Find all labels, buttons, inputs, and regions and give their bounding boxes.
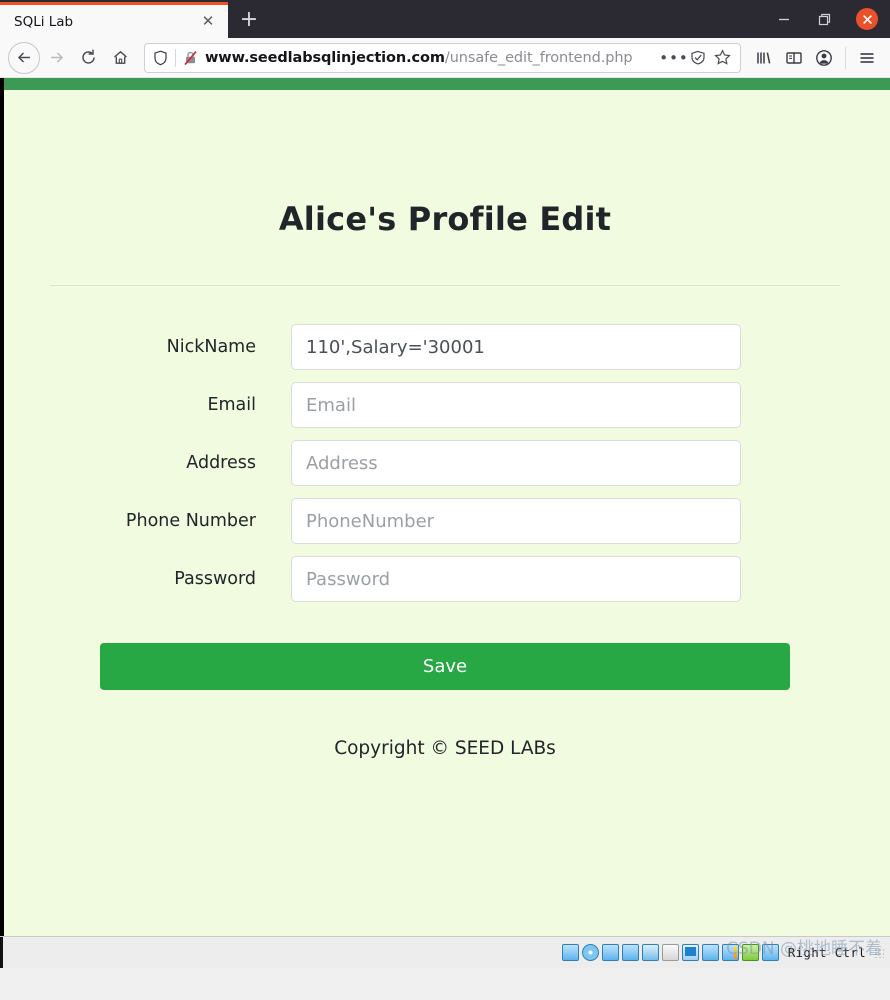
usb-icon[interactable] <box>641 944 659 961</box>
account-icon[interactable] <box>809 43 839 73</box>
forward-icon[interactable] <box>40 42 72 74</box>
page-viewport: Alice's Profile Edit NickName Email Addr… <box>0 78 890 968</box>
label-phone-number: Phone Number <box>125 511 256 531</box>
vm-left-edge <box>0 78 4 968</box>
close-window-icon[interactable] <box>844 0 890 38</box>
sidebar-icon[interactable] <box>779 43 809 73</box>
url-path: /unsafe_edit_frontend.php <box>444 49 633 66</box>
tab-title: SQLi Lab <box>14 13 74 30</box>
star-icon[interactable] <box>710 49 734 66</box>
display-icon[interactable] <box>681 944 699 961</box>
capture-icon[interactable] <box>701 944 719 961</box>
window-controls <box>764 0 890 38</box>
floppy-icon[interactable] <box>601 944 619 961</box>
form-row-address: Address <box>50 440 840 486</box>
vm-status-icons <box>561 944 779 961</box>
new-tab-icon[interactable]: + <box>232 3 266 37</box>
menu-icon[interactable] <box>852 43 882 73</box>
recording-icon[interactable] <box>721 944 739 961</box>
shared-folder-icon[interactable] <box>661 944 679 961</box>
url-host: www.seedlabsqlinjection.com <box>205 49 445 66</box>
lock-crossed-icon[interactable] <box>183 50 198 66</box>
tab-strip: SQLi Lab ✕ + <box>0 0 890 38</box>
form-row-nickname: NickName <box>50 324 840 370</box>
form-row-password: Password <box>50 556 840 602</box>
vm-status-left-edge <box>0 937 3 968</box>
mouse-icon[interactable] <box>741 944 759 961</box>
label-email: Email <box>207 395 256 415</box>
keyboard-icon[interactable] <box>761 944 779 961</box>
page-title: Alice's Profile Edit <box>278 200 612 238</box>
reload-icon[interactable] <box>72 42 104 74</box>
url-divider <box>175 48 176 67</box>
back-icon[interactable] <box>8 41 40 74</box>
form-row-phone-number: Phone Number <box>50 498 840 544</box>
virtualbox-status-bar: Right Ctrl <box>0 936 890 968</box>
site-navbar <box>0 78 890 90</box>
url-text[interactable]: www.seedlabsqlinjection.com/unsafe_edit_… <box>205 50 662 66</box>
shield-icon[interactable] <box>153 50 168 66</box>
label-address: Address <box>186 453 256 473</box>
password-input[interactable] <box>291 556 741 602</box>
label-password: Password <box>174 569 256 589</box>
url-bar[interactable]: www.seedlabsqlinjection.com/unsafe_edit_… <box>144 42 741 73</box>
reader-view-icon[interactable] <box>686 50 710 66</box>
library-icon[interactable] <box>749 43 779 73</box>
page-actions-icon[interactable]: ••• <box>659 49 688 67</box>
tab-sqli-lab[interactable]: SQLi Lab ✕ <box>0 2 228 38</box>
phone-number-input[interactable] <box>291 498 741 544</box>
email-input[interactable] <box>291 382 741 428</box>
form-row-email: Email <box>50 382 840 428</box>
close-icon[interactable]: ✕ <box>198 12 218 32</box>
address-input[interactable] <box>291 440 741 486</box>
network-icon[interactable] <box>621 944 639 961</box>
label-nickname: NickName <box>166 337 256 357</box>
toolbar-divider <box>845 46 846 69</box>
copyright-text: Copyright © SEED LABs <box>334 738 556 759</box>
cd-icon[interactable] <box>581 944 599 961</box>
maximize-icon[interactable] <box>804 0 844 38</box>
resize-grip[interactable] <box>874 947 884 958</box>
profile-edit-form: NickName Email Address Phone Number Pass… <box>0 324 890 759</box>
harddisk-icon[interactable] <box>561 944 579 961</box>
minimize-icon[interactable] <box>764 0 804 38</box>
home-icon[interactable] <box>104 42 136 74</box>
save-button[interactable]: Save <box>100 643 790 690</box>
host-key-label: Right Ctrl <box>787 945 866 960</box>
navigation-toolbar: www.seedlabsqlinjection.com/unsafe_edit_… <box>0 38 890 78</box>
nickname-input[interactable] <box>291 324 741 370</box>
title-divider <box>50 285 840 286</box>
browser-window: SQLi Lab ✕ + www.seedlabsqlinjection.com… <box>0 0 890 968</box>
